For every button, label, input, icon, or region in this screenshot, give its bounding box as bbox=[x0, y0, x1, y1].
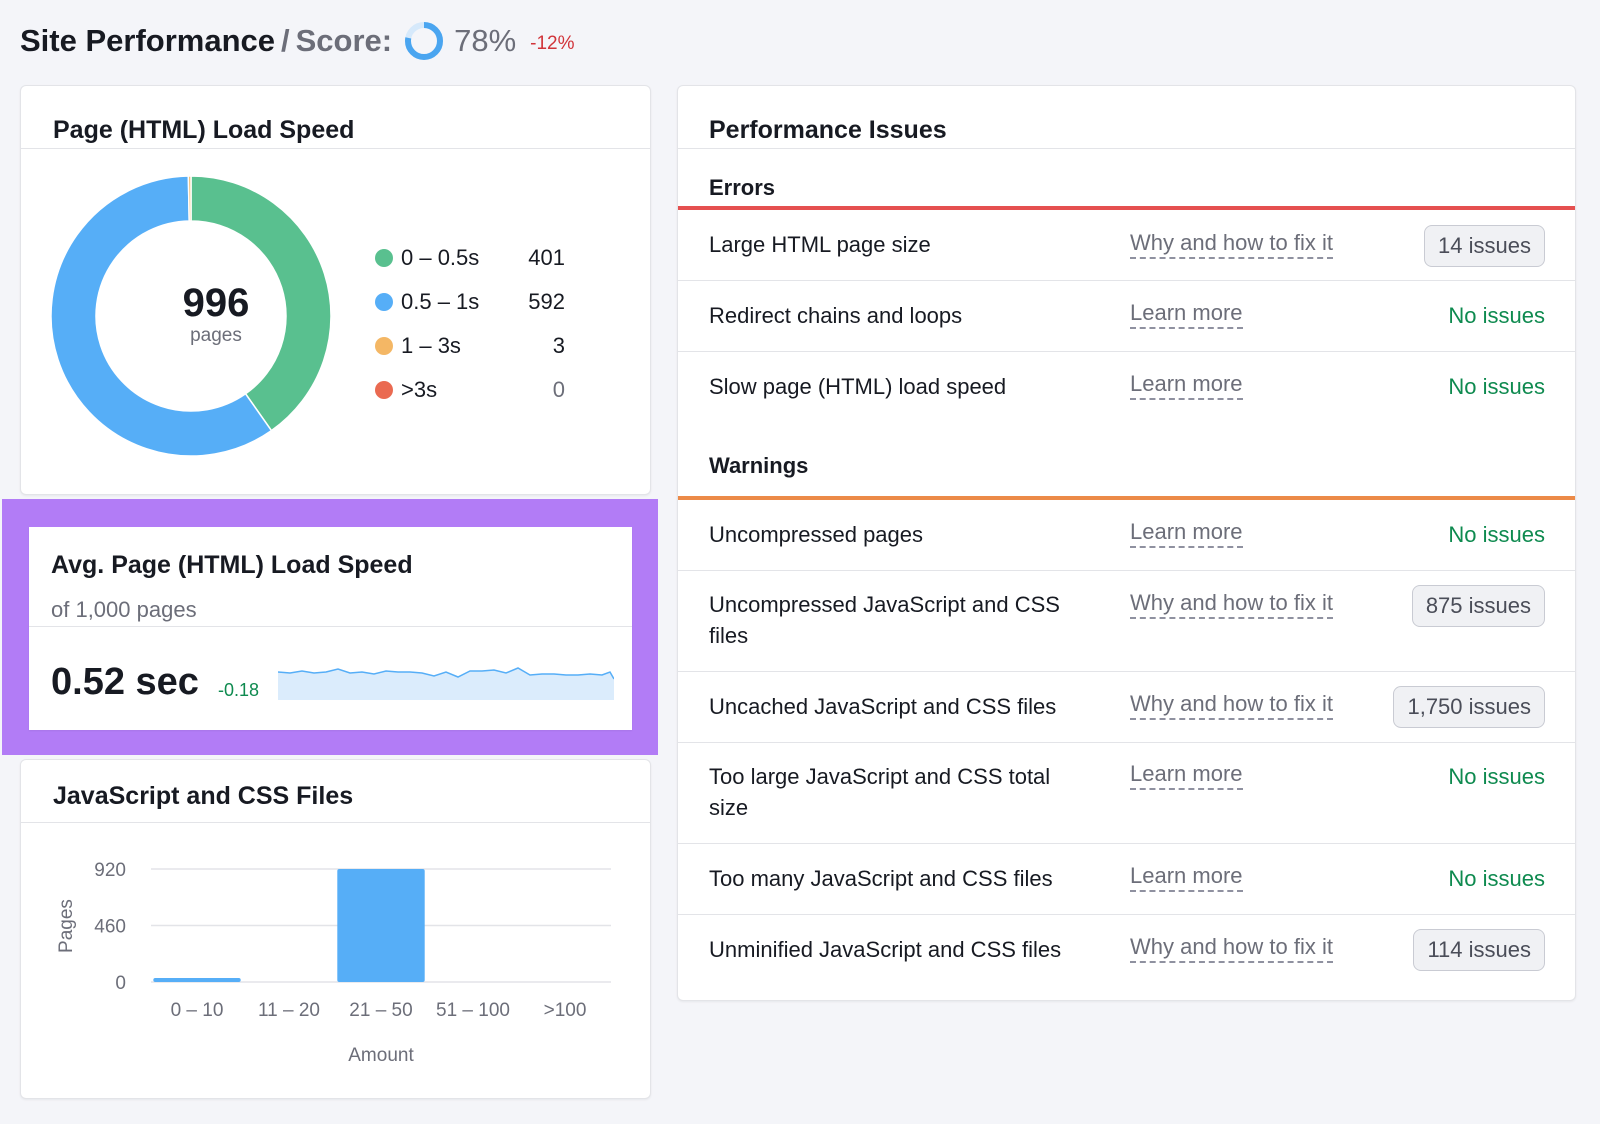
card-divider bbox=[29, 626, 632, 627]
legend-range: 0.5 – 1s bbox=[401, 289, 480, 314]
legend-dot bbox=[375, 337, 393, 355]
issue-row: Uncompressed pages Learn more No issues bbox=[678, 500, 1575, 571]
legend-range: >3s bbox=[401, 377, 438, 402]
no-issues-status: No issues bbox=[1448, 374, 1545, 399]
avg-load-speed-card: Avg. Page (HTML) Load Speed of 1,000 pag… bbox=[29, 527, 632, 730]
score-delta: -12% bbox=[530, 33, 575, 54]
x-tick-label: 11 – 20 bbox=[258, 1000, 320, 1021]
card-divider bbox=[678, 148, 1575, 149]
avg-load-speed-subtitle: of 1,000 pages bbox=[51, 597, 197, 622]
js-css-files-card: JavaScript and CSS Files 0 460 920 0 – 10 11… bbox=[20, 759, 651, 1099]
learn-more-link[interactable]: Learn more bbox=[1130, 299, 1243, 329]
y-axis-label: Pages bbox=[56, 899, 77, 953]
issue-name: Redirect chains and loops bbox=[709, 303, 963, 328]
donut-segment[interactable] bbox=[187, 176, 192, 222]
legend-dot bbox=[375, 249, 393, 267]
legend-item[interactable]: 1 – 3s 3 bbox=[375, 324, 565, 368]
issue-name: Too many JavaScript and CSS files bbox=[709, 866, 1053, 891]
total-pages-count: 996 bbox=[182, 281, 250, 325]
no-issues-status: No issues bbox=[1448, 303, 1545, 328]
issue-row: Too many JavaScript and CSS files Learn … bbox=[678, 844, 1575, 915]
legend-count: 401 bbox=[528, 245, 565, 270]
js-css-bar-chart: 0 460 920 0 – 10 11 – 20 21 – 50 51 – 100 >100 A… bbox=[56, 860, 611, 1066]
load-speed-legend: 0 – 0.5s 401 0.5 – 1s 592 1 – 3s 3 >3s 0 bbox=[375, 236, 565, 412]
no-issues-status: No issues bbox=[1448, 764, 1545, 789]
load-speed-card: Page (HTML) Load Speed 996 pages 0 – 0.5… bbox=[20, 85, 651, 495]
issue-name: Slow page (HTML) load speed bbox=[709, 374, 1007, 399]
issue-name: Unminified JavaScript and CSS files bbox=[709, 937, 1062, 962]
fix-link[interactable]: Why and how to fix it bbox=[1130, 229, 1333, 259]
score-ring-icon bbox=[405, 22, 444, 60]
warnings-section-label: Warnings bbox=[709, 453, 809, 478]
performance-issues-card: Performance Issues Errors Large HTML pag… bbox=[677, 85, 1576, 1001]
no-issues-status: No issues bbox=[1448, 866, 1545, 891]
score-label: Score: bbox=[295, 23, 393, 58]
legend-count: 0 bbox=[552, 377, 565, 402]
legend-dot bbox=[375, 381, 393, 399]
y-tick-label: 460 bbox=[94, 917, 126, 938]
legend-count: 592 bbox=[528, 289, 565, 314]
learn-more-link[interactable]: Learn more bbox=[1130, 760, 1243, 790]
fix-link[interactable]: Why and how to fix it bbox=[1130, 690, 1333, 720]
avg-load-speed-value: 0.52 sec bbox=[51, 661, 199, 703]
issue-name: Uncompressed pages bbox=[709, 522, 924, 547]
issue-row: Slow page (HTML) load speed Learn more N… bbox=[678, 352, 1575, 423]
issue-name: Too large JavaScript and CSS total size bbox=[709, 764, 1051, 820]
issue-row: Unminified JavaScript and CSS files Why … bbox=[678, 915, 1575, 986]
page-header: Site Performance / Score: 78% -12% bbox=[20, 18, 575, 64]
total-pages-label: pages bbox=[190, 325, 242, 346]
x-axis-label: Amount bbox=[348, 1045, 414, 1066]
issue-count-badge[interactable]: 1,750 issues bbox=[1393, 686, 1545, 728]
learn-more-link[interactable]: Learn more bbox=[1130, 370, 1243, 400]
errors-section-label: Errors bbox=[709, 175, 776, 200]
legend-item[interactable]: 0.5 – 1s 592 bbox=[375, 280, 565, 324]
card-divider bbox=[21, 148, 650, 149]
y-tick-label: 0 bbox=[115, 973, 126, 994]
learn-more-link[interactable]: Learn more bbox=[1130, 518, 1243, 548]
score-value: 78% bbox=[454, 23, 517, 58]
x-tick-label: >100 bbox=[544, 1000, 587, 1021]
avg-load-speed-delta: -0.18 bbox=[218, 680, 260, 700]
issue-name: Uncompressed JavaScript and CSS files bbox=[709, 592, 1060, 648]
performance-issues-title: Performance Issues bbox=[709, 116, 947, 144]
issue-count-badge[interactable]: 114 issues bbox=[1413, 929, 1545, 971]
issue-row: Redirect chains and loops Learn more No … bbox=[678, 281, 1575, 352]
x-tick-label: 51 – 100 bbox=[436, 1000, 510, 1021]
issue-name: Large HTML page size bbox=[709, 232, 931, 257]
title-separator: / bbox=[281, 23, 290, 58]
legend-item[interactable]: 0 – 0.5s 401 bbox=[375, 236, 565, 280]
issue-count-badge[interactable]: 875 issues bbox=[1411, 585, 1545, 627]
bar[interactable] bbox=[337, 869, 425, 982]
legend-range: 1 – 3s bbox=[401, 333, 461, 358]
learn-more-link[interactable]: Learn more bbox=[1130, 862, 1243, 892]
issue-row: Too large JavaScript and CSS total size … bbox=[678, 743, 1575, 844]
load-speed-sparkline bbox=[278, 667, 614, 700]
legend-dot bbox=[375, 293, 393, 311]
issue-row: Uncompressed JavaScript and CSS files Wh… bbox=[678, 571, 1575, 672]
x-tick-label: 21 – 50 bbox=[349, 1000, 412, 1021]
fix-link[interactable]: Why and how to fix it bbox=[1130, 933, 1333, 963]
legend-count: 3 bbox=[552, 333, 565, 358]
load-speed-title: Page (HTML) Load Speed bbox=[53, 116, 355, 144]
issue-count-badge[interactable]: 14 issues bbox=[1424, 225, 1545, 267]
no-issues-status: No issues bbox=[1448, 522, 1545, 547]
fix-link[interactable]: Why and how to fix it bbox=[1130, 589, 1333, 619]
avg-load-speed-title: Avg. Page (HTML) Load Speed bbox=[51, 551, 413, 579]
donut-center: 996 pages bbox=[75, 281, 357, 347]
issue-name: Uncached JavaScript and CSS files bbox=[709, 694, 1057, 719]
x-tick-label: 0 – 10 bbox=[171, 1000, 224, 1021]
legend-range: 0 – 0.5s bbox=[401, 245, 480, 270]
y-tick-label: 920 bbox=[94, 860, 126, 881]
page-title: Site Performance bbox=[20, 23, 275, 58]
issue-row: Large HTML page size Why and how to fix … bbox=[678, 210, 1575, 281]
issue-row: Uncached JavaScript and CSS files Why an… bbox=[678, 672, 1575, 743]
bar[interactable] bbox=[153, 978, 241, 982]
js-css-files-title: JavaScript and CSS Files bbox=[53, 782, 354, 810]
legend-item[interactable]: >3s 0 bbox=[375, 368, 565, 412]
